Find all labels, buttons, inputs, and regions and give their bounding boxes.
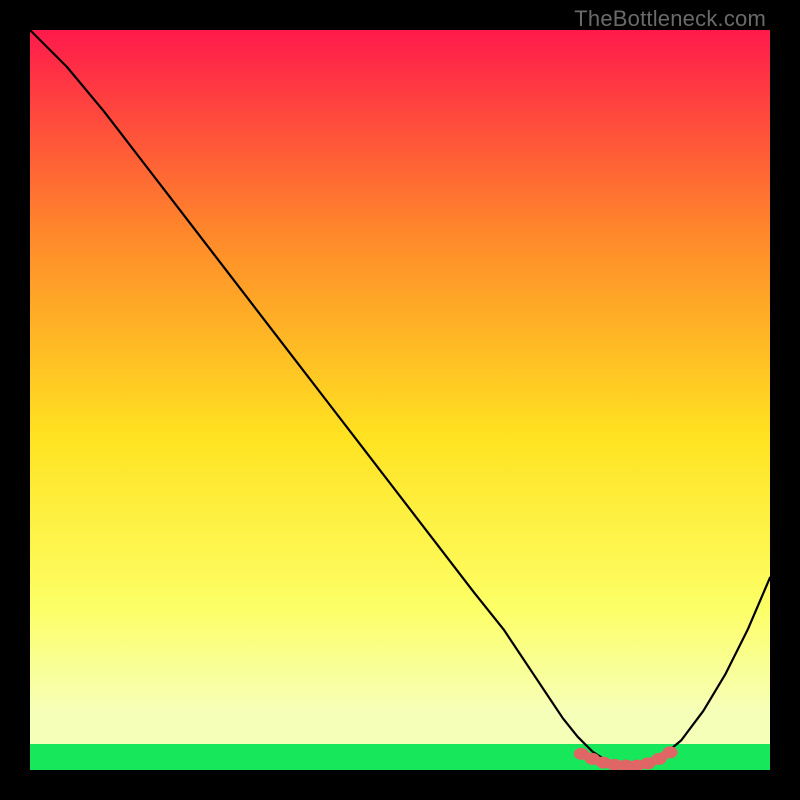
watermark-text: TheBottleneck.com [574,6,766,32]
gradient-background [30,30,770,770]
bottleneck-chart [30,30,770,770]
marker-dot [663,746,678,758]
